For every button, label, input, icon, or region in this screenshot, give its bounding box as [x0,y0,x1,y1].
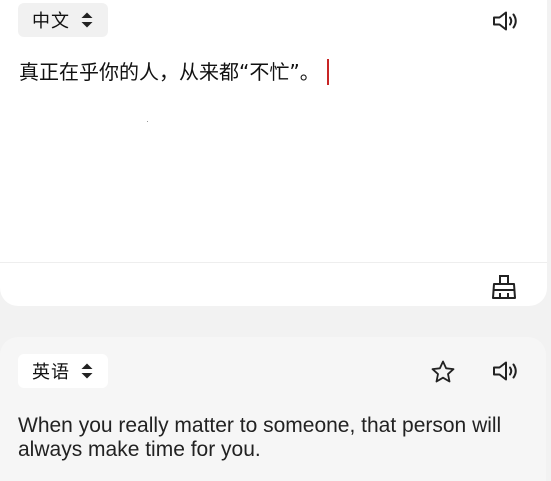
source-language-label: 中文 [32,11,70,32]
source-text: 真正在乎你的人，从来都“不忙”。 [19,60,320,84]
up-down-chevron-icon [80,362,94,380]
source-panel: 中文 真正在乎你的人，从来都“不忙”。 [0,0,547,306]
clear-text-button[interactable] [489,273,519,301]
source-text-input[interactable]: 真正在乎你的人，从来都“不忙”。 [19,58,329,87]
speaker-icon [493,11,517,31]
translation-text: When you really matter to someone, that … [18,414,502,461]
stray-dot [147,121,148,122]
up-down-chevron-icon [80,11,94,29]
speaker-icon [493,361,517,381]
favorite-button[interactable] [428,358,458,386]
eraser-icon [492,275,516,299]
source-divider [0,262,547,263]
target-language-selector[interactable]: 英语 [18,354,108,388]
source-language-selector[interactable]: 中文 [18,3,108,37]
star-outline-icon [431,360,455,383]
target-language-label: 英语 [32,362,70,383]
target-speaker-button[interactable] [490,358,520,384]
text-caret [326,58,329,85]
target-panel: 英语 When you really matter to someone, th… [0,337,546,481]
source-speaker-button[interactable] [490,8,520,34]
